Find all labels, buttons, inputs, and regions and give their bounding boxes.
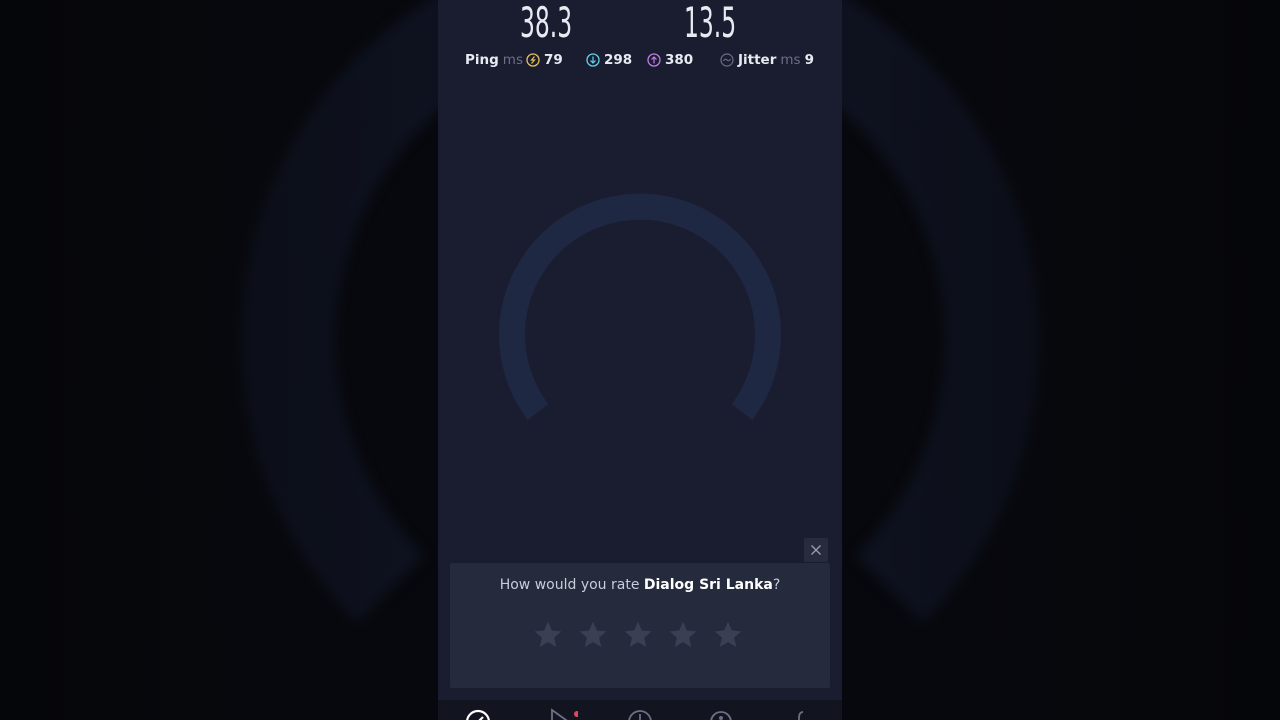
speed-icon[interactable] bbox=[464, 708, 492, 720]
jitter-icon bbox=[720, 53, 734, 67]
coverage-icon[interactable] bbox=[707, 708, 735, 720]
ping-stat: Ping ms bbox=[465, 52, 523, 68]
download-icon bbox=[586, 53, 600, 67]
jitter-label: Jitter bbox=[738, 52, 777, 68]
star-icon-4[interactable] bbox=[667, 619, 699, 651]
download-ping-value: 298 bbox=[604, 52, 633, 68]
background-right-shade bbox=[842, 0, 1280, 720]
results-icon[interactable] bbox=[626, 708, 654, 720]
upload-icon bbox=[647, 53, 661, 67]
upload-ping-value: 380 bbox=[665, 52, 694, 68]
close-rating-button[interactable] bbox=[804, 538, 828, 562]
jitter-big-value: 13.5 bbox=[684, 0, 737, 47]
upload-ping-stat: 380 bbox=[647, 52, 693, 68]
provider-name: Dialog Sri Lanka bbox=[643, 577, 773, 593]
rating-question-suffix: ? bbox=[772, 577, 781, 593]
star-icon-1[interactable] bbox=[532, 619, 564, 651]
star-icon-3[interactable] bbox=[622, 619, 654, 651]
settings-icon[interactable] bbox=[789, 708, 817, 720]
stats-row: Ping ms 79 298 380 Jitter ms 9 bbox=[438, 52, 842, 70]
star-icon-2[interactable] bbox=[577, 619, 609, 651]
rating-question-prefix: How would you rate bbox=[499, 577, 644, 593]
ping-big-value: 38.3 bbox=[520, 0, 573, 47]
idle-ping-value: 79 bbox=[544, 52, 563, 68]
star-icon-5[interactable] bbox=[712, 619, 744, 651]
ping-unit: ms bbox=[502, 52, 523, 68]
close-icon bbox=[811, 545, 821, 555]
jitter-unit: ms bbox=[780, 52, 801, 68]
idle-latency-icon bbox=[526, 53, 540, 67]
video-icon[interactable] bbox=[550, 708, 578, 720]
rating-card: How would you rate Dialog Sri Lanka? bbox=[450, 563, 830, 688]
rating-question: How would you rate Dialog Sri Lanka? bbox=[450, 577, 830, 593]
ping-label: Ping bbox=[465, 52, 499, 68]
phone-screen: 38.3 13.5 Ping ms 79 298 380 Jitter ms 9… bbox=[438, 0, 842, 720]
speed-gauge bbox=[499, 193, 781, 420]
idle-ping-stat: 79 bbox=[526, 52, 563, 68]
bottom-tab-bar bbox=[438, 700, 842, 720]
jitter-stat: Jitter ms 9 bbox=[720, 52, 814, 68]
jitter-value: 9 bbox=[804, 52, 814, 68]
background-left-shade bbox=[0, 0, 438, 720]
big-metrics: 38.3 13.5 bbox=[438, 0, 842, 50]
star-rating bbox=[532, 619, 744, 651]
download-ping-stat: 298 bbox=[586, 52, 632, 68]
